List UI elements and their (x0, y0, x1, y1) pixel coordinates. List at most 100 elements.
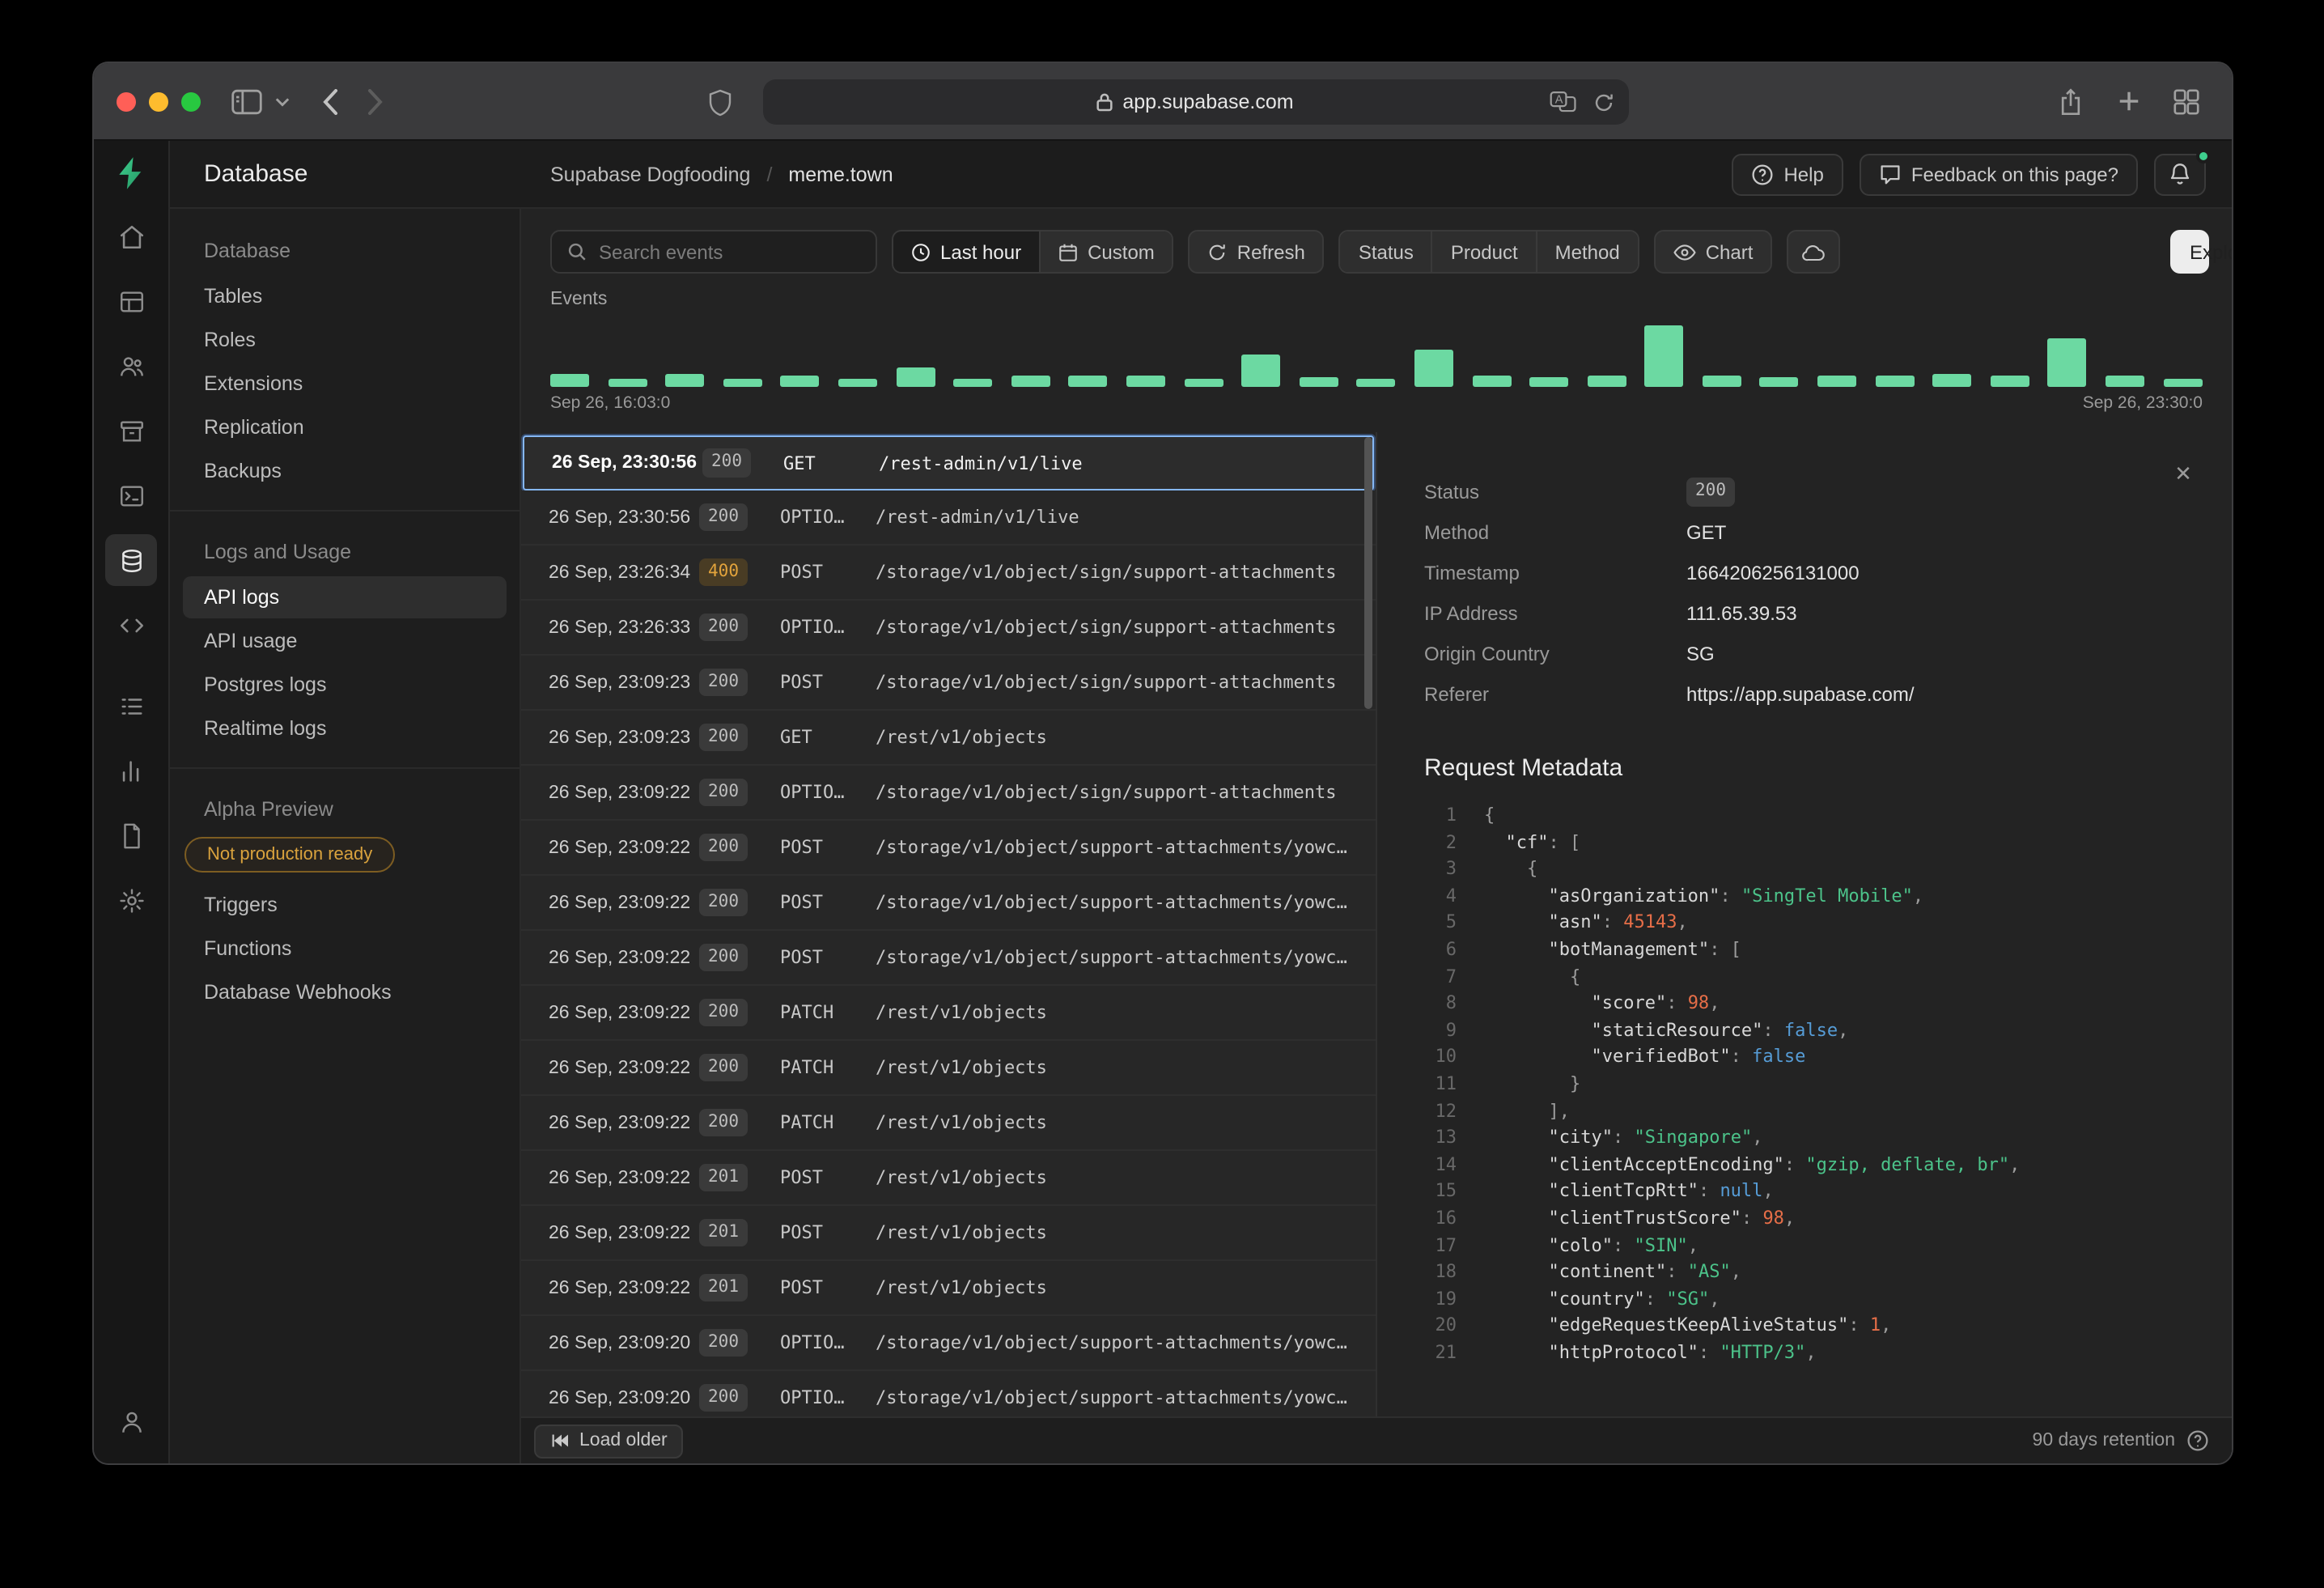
event-bar[interactable] (1529, 377, 1568, 387)
event-bar[interactable] (2163, 379, 2202, 387)
chart-toggle-button[interactable]: Chart (1654, 230, 1773, 274)
log-row[interactable]: 26 Sep, 23:09:22200POST/storage/v1/objec… (521, 876, 1376, 931)
event-bar[interactable] (723, 379, 762, 387)
event-bar[interactable] (1645, 325, 1684, 387)
event-bar[interactable] (608, 379, 647, 387)
log-row[interactable]: 26 Sep, 23:09:22200PATCH/rest/v1/objects (521, 1041, 1376, 1096)
time-range-custom[interactable]: Custom (1039, 231, 1173, 272)
log-row[interactable]: 26 Sep, 23:09:20200OPTIO…/storage/v1/obj… (521, 1316, 1376, 1371)
feedback-button[interactable]: Feedback on this page? (1860, 153, 2138, 195)
event-bar[interactable] (665, 374, 704, 387)
sidebar-item-extensions[interactable]: Extensions (183, 363, 507, 405)
log-row[interactable]: 26 Sep, 23:09:22200OPTIO…/storage/v1/obj… (521, 766, 1376, 821)
notifications-button[interactable] (2154, 153, 2206, 195)
event-bar[interactable] (1184, 379, 1223, 387)
rail-item-docs[interactable] (105, 809, 157, 861)
log-row[interactable]: 26 Sep, 23:09:23200GET/rest/v1/objects (521, 711, 1376, 766)
tab-overview-icon[interactable] (2164, 80, 2209, 122)
rail-item-auth[interactable] (105, 340, 157, 392)
rail-item-table-editor[interactable] (105, 275, 157, 327)
share-icon[interactable] (2047, 80, 2093, 122)
log-row[interactable]: 26 Sep, 23:09:20200OPTIO…/storage/v1/obj… (521, 1371, 1376, 1416)
rail-item-database[interactable] (105, 534, 157, 586)
search-input[interactable] (599, 240, 861, 263)
rail-item-api[interactable] (105, 599, 157, 651)
event-bar[interactable] (781, 376, 820, 387)
sidebar-item-functions[interactable]: Functions (183, 928, 507, 970)
event-bar[interactable] (896, 367, 935, 387)
search-events[interactable] (550, 230, 877, 274)
event-bar[interactable] (1933, 374, 1972, 387)
sidebar-item-roles[interactable]: Roles (183, 319, 507, 361)
event-bar[interactable] (1414, 350, 1453, 387)
sidebar-item-postgres-logs[interactable]: Postgres logs (183, 664, 507, 706)
breadcrumb-project[interactable]: Supabase Dogfooding (550, 163, 750, 185)
event-bar[interactable] (2106, 376, 2144, 387)
rail-item-reports[interactable] (105, 745, 157, 796)
help-circle-icon[interactable] (2186, 1429, 2209, 1452)
event-bar[interactable] (1357, 379, 1396, 387)
event-bar[interactable] (1703, 376, 1741, 387)
log-row[interactable]: 26 Sep, 23:30:56200OPTIO…/rest-admin/v1/… (521, 490, 1376, 546)
back-icon[interactable] (307, 80, 353, 122)
log-row[interactable]: 26 Sep, 23:09:23200POST/storage/v1/objec… (521, 656, 1376, 711)
load-older-button[interactable]: Load older (534, 1424, 684, 1458)
url-bar[interactable]: app.supabase.com A (762, 79, 1628, 125)
event-bar[interactable] (1472, 376, 1511, 387)
rail-item-account[interactable] (105, 1395, 157, 1447)
sidebar-item-backups[interactable]: Backups (183, 450, 507, 492)
log-row[interactable]: 26 Sep, 23:09:22200POST/storage/v1/objec… (521, 931, 1376, 986)
close-icon[interactable]: ✕ (2167, 458, 2199, 490)
event-bar[interactable] (953, 379, 992, 387)
sidebar-item-api-usage[interactable]: API usage (183, 620, 507, 662)
rail-item-logs-explorer[interactable] (105, 680, 157, 732)
filter-status[interactable]: Status (1341, 231, 1431, 272)
log-row[interactable]: 26 Sep, 23:30:56200GET/rest-admin/v1/liv… (523, 435, 1374, 490)
event-bar[interactable] (1587, 376, 1626, 387)
forward-icon[interactable] (353, 80, 398, 122)
zoom-window-button[interactable] (181, 91, 201, 111)
event-bar[interactable] (1241, 355, 1280, 387)
new-tab-icon[interactable] (2106, 80, 2151, 122)
close-window-button[interactable] (117, 91, 136, 111)
log-row[interactable]: 26 Sep, 23:09:22200PATCH/rest/v1/objects (521, 1096, 1376, 1151)
reload-icon[interactable] (1592, 91, 1614, 113)
filter-product[interactable]: Product (1431, 231, 1536, 272)
translate-icon[interactable]: A (1549, 91, 1576, 113)
rail-item-sql-editor[interactable] (105, 469, 157, 521)
chevron-down-icon[interactable] (269, 80, 295, 122)
event-bar[interactable] (1069, 376, 1108, 387)
sidebar-item-realtime-logs[interactable]: Realtime logs (183, 707, 507, 749)
sidebar-item-tables[interactable]: Tables (183, 275, 507, 317)
privacy-shield-icon[interactable] (698, 81, 743, 123)
event-bar[interactable] (1875, 376, 1914, 387)
log-row[interactable]: 26 Sep, 23:26:34400POST/storage/v1/objec… (521, 546, 1376, 601)
event-bar[interactable] (1991, 376, 2029, 387)
help-button[interactable]: Help (1732, 153, 1843, 195)
filter-method[interactable]: Method (1536, 231, 1638, 272)
minimize-window-button[interactable] (149, 91, 168, 111)
log-row[interactable]: 26 Sep, 23:09:22200POST/storage/v1/objec… (521, 821, 1376, 876)
time-range-last-hour[interactable]: Last hour (893, 231, 1039, 272)
sidebar-item-database-webhooks[interactable]: Database Webhooks (183, 971, 507, 1013)
supabase-logo-icon[interactable] (113, 155, 149, 191)
log-row[interactable]: 26 Sep, 23:09:22201POST/rest/v1/objects (521, 1151, 1376, 1206)
log-row[interactable]: 26 Sep, 23:09:22200PATCH/rest/v1/objects (521, 986, 1376, 1041)
rail-item-storage[interactable] (105, 405, 157, 456)
event-bar[interactable] (1011, 376, 1050, 387)
sidebar-toggle-icon[interactable] (223, 80, 269, 122)
sidebar-item-replication[interactable]: Replication (183, 406, 507, 448)
sidebar-item-api-logs[interactable]: API logs (183, 576, 507, 618)
explore-via-query-button[interactable]: Explore via query (2170, 230, 2209, 274)
rail-item-home[interactable] (105, 210, 157, 262)
event-bar[interactable] (1760, 377, 1799, 387)
event-bar[interactable] (1299, 377, 1338, 387)
event-bar[interactable] (2048, 338, 2087, 387)
log-row[interactable]: 26 Sep, 23:26:33200OPTIO…/storage/v1/obj… (521, 601, 1376, 656)
sidebar-item-triggers[interactable]: Triggers (183, 884, 507, 926)
event-bar[interactable] (550, 374, 589, 387)
breadcrumb-page[interactable]: meme.town (788, 163, 893, 185)
log-row[interactable]: 26 Sep, 23:09:22201POST/rest/v1/objects (521, 1206, 1376, 1261)
rail-item-settings[interactable] (105, 874, 157, 926)
event-bar[interactable] (1126, 376, 1165, 387)
